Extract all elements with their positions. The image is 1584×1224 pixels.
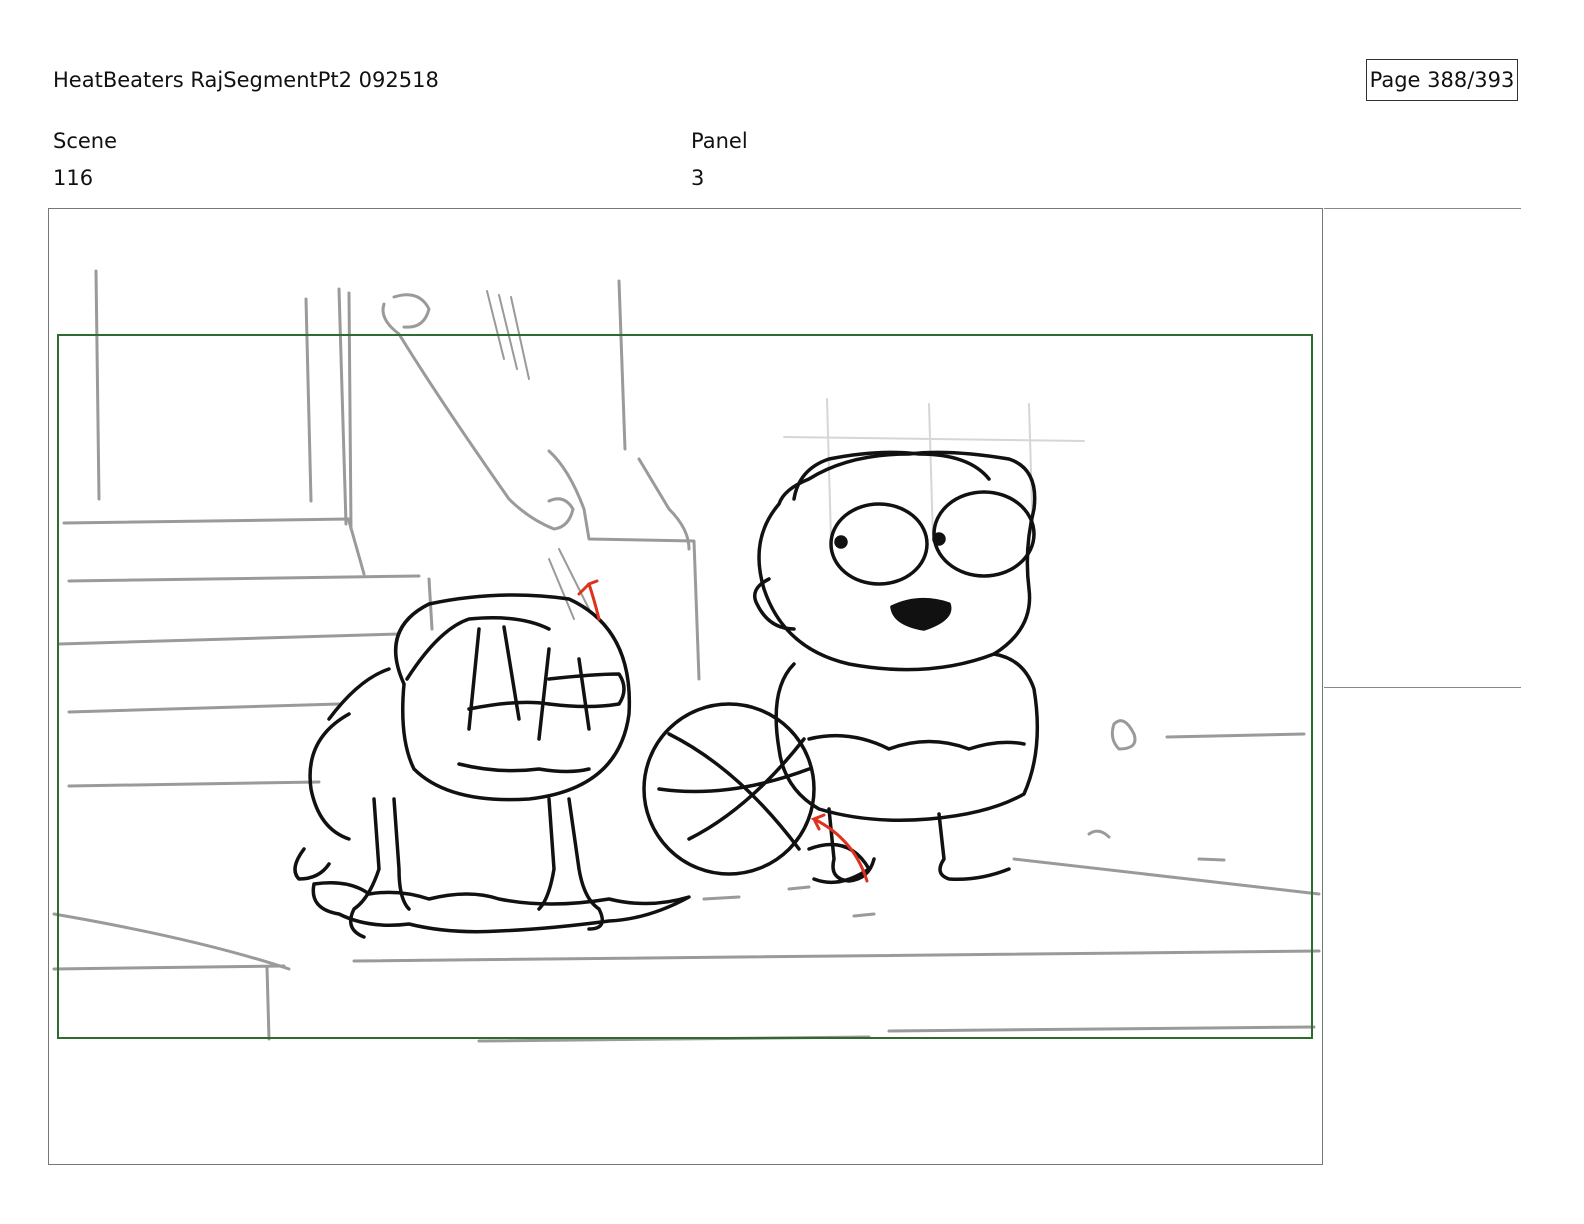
safe-area-frame	[57, 334, 1313, 1039]
scene-value: 116	[53, 166, 94, 190]
storyboard-panel-frame	[48, 208, 1323, 1165]
notes-column-divider	[1324, 687, 1521, 688]
character-sketch	[293, 450, 1040, 939]
scene-label: Scene	[53, 129, 118, 153]
background-sketch	[52, 269, 1321, 1043]
document-title: HeatBeaters RajSegmentPt2 092518	[53, 68, 439, 92]
page-number-box: Page 388/393	[1366, 59, 1518, 101]
motion-arrows	[577, 579, 869, 883]
storyboard-sketch	[52, 269, 1321, 1043]
panel-label: Panel	[691, 129, 748, 153]
panel-value: 3	[691, 166, 705, 190]
notes-column-top-rule	[1324, 208, 1521, 209]
